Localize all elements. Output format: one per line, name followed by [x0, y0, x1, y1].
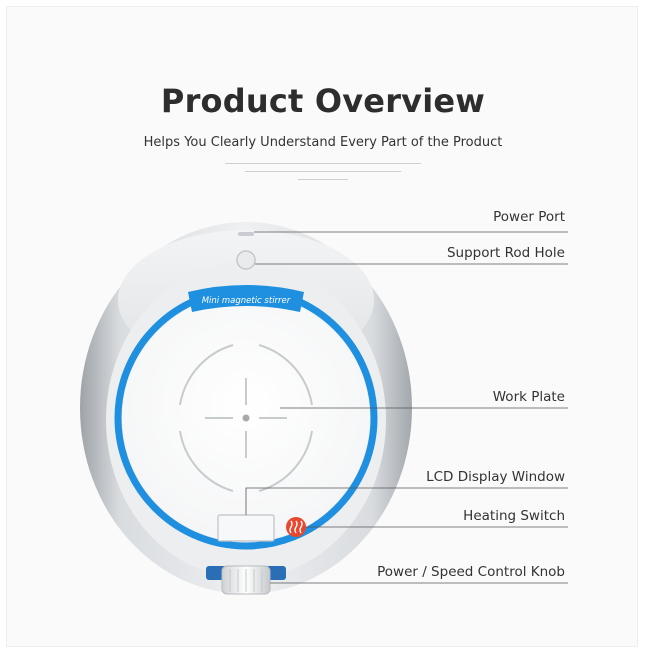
support-rod-hole	[236, 250, 256, 270]
power-port	[238, 232, 254, 236]
callout-power-port: Power Port	[493, 209, 565, 225]
callout-work-plate: Work Plate	[492, 389, 565, 405]
callout-support-rod-hole: Support Rod Hole	[446, 245, 565, 261]
callout-lcd-display-window: LCD Display Window	[426, 469, 565, 485]
callout-power-speed-control-knob: Power / Speed Control Knob	[377, 564, 565, 580]
center-dot	[242, 414, 250, 422]
device-label-text: Mini magnetic stirrer	[202, 296, 291, 306]
stirrer-illustration: Mini magnetic stirrer	[80, 222, 568, 595]
lcd-display-window	[217, 514, 275, 542]
callout-heating-switch: Heating Switch	[463, 508, 565, 524]
